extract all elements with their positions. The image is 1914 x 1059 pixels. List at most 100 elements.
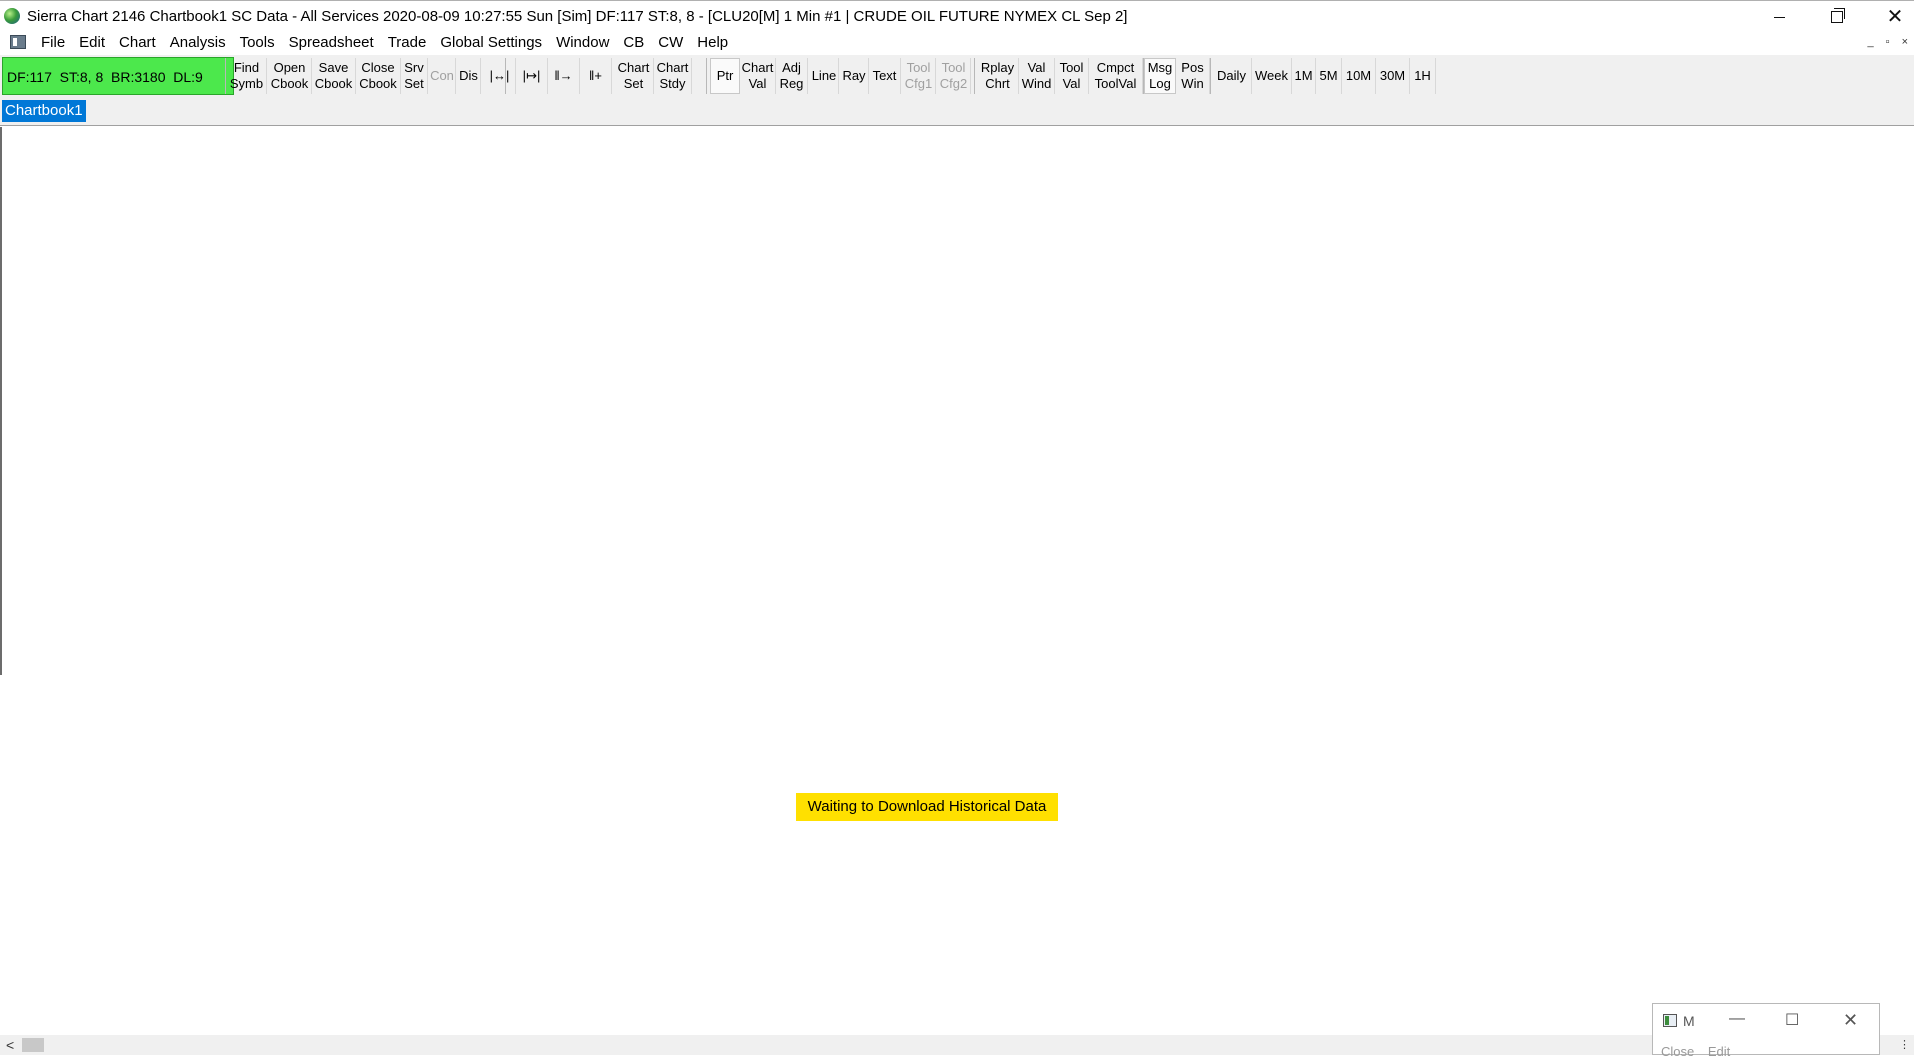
scroll-left-arrow-icon[interactable]: < xyxy=(6,1037,14,1053)
mdi-close-icon[interactable]: × xyxy=(1902,36,1908,48)
toolbar-button-chart-stdy[interactable]: Chart Stdy xyxy=(654,58,692,94)
toolbar-button-label: 5M xyxy=(1319,68,1337,84)
child-menu-edit[interactable]: Edit xyxy=(1708,1044,1730,1059)
toolbar-button-daily[interactable]: Daily xyxy=(1212,58,1252,94)
toolbar-button-tool-val[interactable]: Tool Val xyxy=(1055,58,1089,94)
chartbook-tab-strip: Chartbook1 xyxy=(0,97,1914,126)
toolbar-button-srv-set[interactable]: Srv Set xyxy=(401,58,428,94)
toolbar-button-label-line1: 1H xyxy=(1414,68,1431,83)
toolbar-button-pos-win[interactable]: Pos Win xyxy=(1176,58,1210,94)
toolbar-button-label-line1: Open xyxy=(273,60,306,75)
toolbar-button-label-line1: |↔| xyxy=(489,68,510,83)
title-bar[interactable]: Sierra Chart 2146 Chartbook1 SC Data - A… xyxy=(0,0,1914,32)
toolbar-button-label-line2: Symb xyxy=(229,76,264,91)
menu-help[interactable]: Help xyxy=(690,34,735,52)
toolbar-button-label-line1: Val xyxy=(1027,60,1046,75)
menu-file[interactable]: File xyxy=(34,34,72,52)
toolbar-button-rplay-chrt[interactable]: Rplay Chrt xyxy=(977,58,1019,94)
menu-analysis[interactable]: Analysis xyxy=(163,34,233,52)
toolbar-button-label-line2: Val xyxy=(1062,76,1081,91)
toolbar-button-label-line2: Chrt xyxy=(985,76,1010,91)
toolbar-button-label-line1: Tool xyxy=(906,60,931,75)
menu-global-settings[interactable]: Global Settings xyxy=(433,34,549,52)
toolbar-button-label-line1: Ray xyxy=(842,68,866,83)
menu-tools[interactable]: Tools xyxy=(233,34,282,52)
close-button[interactable]: ✕ xyxy=(1866,1,1914,33)
tab-chartbook1[interactable]: Chartbook1 xyxy=(2,100,86,122)
toolbar-button-chart-val[interactable]: Chart Val xyxy=(740,58,776,94)
toolbar-button-week[interactable]: Week xyxy=(1252,58,1292,94)
chartbook-window-icon[interactable] xyxy=(10,35,26,49)
toolbar-button-scale-9[interactable]: ‖→ xyxy=(548,58,580,94)
toolbar-button-label-line1: Chart xyxy=(656,60,689,75)
toolbar-button-label: Line xyxy=(812,68,837,84)
toolbar-button-save-cbook[interactable]: Save Cbook xyxy=(312,58,356,94)
toolbar-button-10m[interactable]: 10M xyxy=(1342,58,1376,94)
child-minimize-icon[interactable]: — xyxy=(1729,1010,1745,1028)
toolbar-button-label: Cmpct ToolVal xyxy=(1095,60,1137,92)
scroll-thumb[interactable] xyxy=(22,1038,44,1052)
menu-trade[interactable]: Trade xyxy=(381,34,434,52)
toolbar-button-find-symb[interactable]: Find Symb xyxy=(227,58,267,94)
toolbar-button-1m[interactable]: 1M xyxy=(1292,58,1316,94)
toolbar-button-label-line1: 1M xyxy=(1294,68,1313,83)
menu-cb[interactable]: CB xyxy=(616,34,651,52)
toolbar-button-label: Open Cbook xyxy=(271,60,309,92)
toolbar-button-label-line1: Dis xyxy=(459,68,478,83)
toolbar-button-close-cbook[interactable]: Close Cbook xyxy=(356,58,401,94)
toolbar-button-ptr[interactable]: Ptr xyxy=(710,58,740,94)
toolbar-button-con[interactable]: Con xyxy=(429,58,456,94)
toolbar-button-label: Pos Win xyxy=(1181,60,1203,92)
menu-cw[interactable]: CW xyxy=(651,34,690,52)
menu-spreadsheet[interactable]: Spreadsheet xyxy=(282,34,381,52)
toolbar-button-label: Adj Reg xyxy=(780,60,804,92)
mdi-restore-icon[interactable]: ▫ xyxy=(1886,36,1890,48)
minimized-child-window[interactable]: M — ☐ ✕ Close Edit xyxy=(1652,1003,1880,1059)
toolbar-button-5m[interactable]: 5M xyxy=(1316,58,1342,94)
restore-button[interactable] xyxy=(1808,1,1866,33)
chart-area[interactable] xyxy=(0,127,1914,1035)
minimize-button[interactable] xyxy=(1750,1,1808,33)
toolbar-button-val-wind[interactable]: Val Wind xyxy=(1019,58,1055,94)
toolbar-button-line[interactable]: Line xyxy=(810,58,839,94)
toolbar-separator xyxy=(225,58,226,94)
toolbar-button-scale-10[interactable]: ‖+ xyxy=(580,58,612,94)
toolbar-button-label-line2: Log xyxy=(1149,76,1171,91)
toolbar-button-scale-7[interactable]: |↔| xyxy=(484,58,516,94)
child-maximize-icon[interactable]: ☐ xyxy=(1785,1010,1799,1030)
toolbar-button-label-line2: ToolVal xyxy=(1094,76,1137,91)
toolbar-button-tool-cfg2[interactable]: Tool Cfg2 xyxy=(937,58,971,94)
toolbar-button-label-line2: Wind xyxy=(1021,76,1052,91)
toolbar-button-tool-cfg1[interactable]: Tool Cfg1 xyxy=(902,58,936,94)
toolbar-button-text[interactable]: Text xyxy=(869,58,901,94)
horizontal-scrollbar[interactable]: < ⋮ xyxy=(0,1035,1914,1055)
toolbar-button-cmpct-toolval[interactable]: Cmpct ToolVal xyxy=(1089,58,1143,94)
toolbar-button-scale-8[interactable]: |↦| xyxy=(516,58,548,94)
toolbar-button-dis[interactable]: Dis xyxy=(457,58,481,94)
toolbar-button-open-cbook[interactable]: Open Cbook xyxy=(268,58,312,94)
toolbar-button-msg-log[interactable]: Msg Log xyxy=(1144,58,1176,94)
mdi-minimize-icon[interactable]: _ xyxy=(1868,36,1874,48)
menu-edit[interactable]: Edit xyxy=(72,34,112,52)
toolbar-button-adj-reg[interactable]: Adj Reg xyxy=(776,58,808,94)
menu-chart[interactable]: Chart xyxy=(112,34,163,52)
child-menu-close[interactable]: Close xyxy=(1661,1044,1694,1059)
menu-window[interactable]: Window xyxy=(549,34,616,52)
menu-bar: File Edit Chart Analysis Tools Spreadsheet Tra… xyxy=(0,32,1914,54)
toolbar-button-label: Text xyxy=(873,68,897,84)
toolbar-button-label: Ptr xyxy=(717,68,734,84)
toolbar-button-ray[interactable]: Ray xyxy=(840,58,869,94)
toolbar-button-label-line1: Save xyxy=(318,60,349,75)
child-close-icon[interactable]: ✕ xyxy=(1843,1010,1858,1031)
toolbar-button-30m[interactable]: 30M xyxy=(1376,58,1410,94)
toolbar-button-label-line2: Set xyxy=(623,76,644,91)
toolbar-button-label: Find Symb xyxy=(230,60,263,92)
toolbar-button-label: 1M xyxy=(1294,68,1312,84)
toolbar-button-chart-set[interactable]: Chart Set xyxy=(614,58,654,94)
toolbar-button-label: |↦| xyxy=(523,68,541,84)
toolbar-button-label-line1: 30M xyxy=(1379,68,1406,83)
sierra-chart-app-icon[interactable] xyxy=(4,8,20,24)
connection-status-indicator[interactable]: DF:117 ST:8, 8 BR:3180 DL:9 xyxy=(2,57,234,95)
toolbar-button-1h[interactable]: 1H xyxy=(1410,58,1436,94)
toolbar-button-label: |↔| xyxy=(490,68,510,84)
